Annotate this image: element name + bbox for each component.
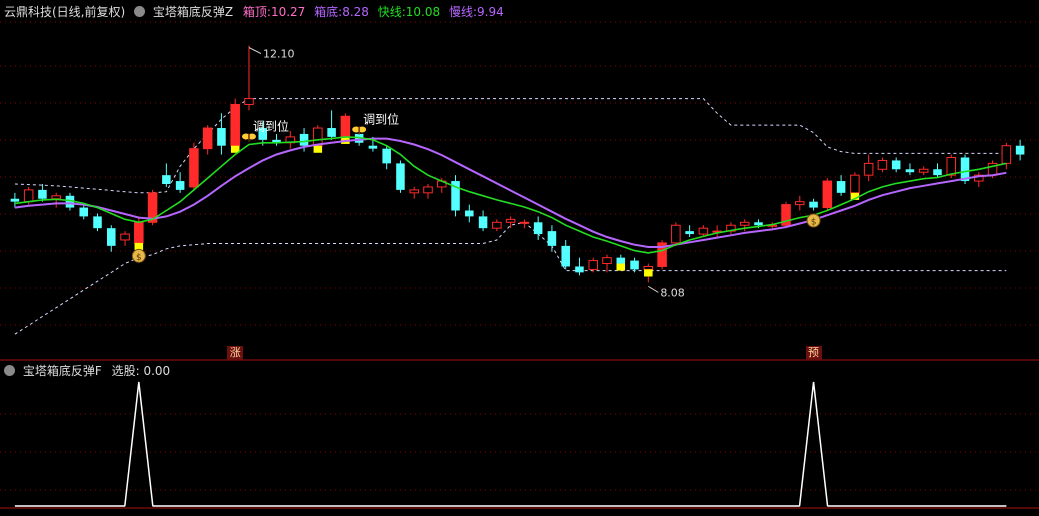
candle-body-down	[396, 163, 405, 190]
candle-body-up	[946, 156, 957, 176]
select-signal-line	[14, 381, 1007, 507]
candle-body-down	[836, 181, 846, 193]
candle-body-up	[588, 260, 599, 270]
candle-body-down	[217, 128, 226, 146]
candle-body-up	[602, 257, 612, 265]
candle-body-down	[478, 216, 488, 229]
candle-body-down	[327, 128, 336, 137]
butterfly-icon	[352, 126, 367, 135]
candle-body-down	[809, 201, 818, 208]
low-price-label: 8.08	[660, 286, 685, 299]
high-pointer	[248, 47, 262, 55]
candle-body-up	[244, 98, 254, 105]
candle-body-down	[685, 231, 694, 235]
money-bag-icon: $	[131, 248, 146, 263]
candle-body-down	[79, 207, 89, 217]
candlestick-chart[interactable]: 12.10 8.08 调到位 调到位 $ $	[0, 0, 1039, 516]
high-price-label: 12.10	[263, 48, 295, 61]
candle-body-up	[863, 162, 874, 176]
candle-body-up-fill	[823, 181, 832, 208]
candle-body-down	[905, 169, 915, 173]
yellow-bar	[313, 145, 323, 153]
candle-body-down	[575, 266, 584, 273]
candle-body-up	[313, 127, 323, 147]
candle-body-down	[162, 175, 171, 184]
box-bottom-line	[14, 221, 1007, 335]
candle-body-down	[754, 222, 763, 226]
money-bag-icon: $	[806, 213, 821, 228]
candle-body-up	[505, 218, 516, 223]
candle-body-down	[10, 198, 20, 202]
candle-body-down	[107, 228, 116, 246]
candle-body-down	[93, 216, 102, 229]
grid-lines	[0, 21, 1039, 509]
candle-body-up	[671, 224, 681, 244]
candle-body-down	[368, 145, 378, 149]
candle-body-down	[299, 133, 309, 146]
candle-body-up-fill	[341, 116, 350, 137]
candle-body-down	[533, 222, 543, 235]
candle-body-up-fill	[189, 148, 199, 187]
candles	[10, 45, 1025, 283]
candle-body-up	[739, 221, 750, 226]
candle-body-down	[891, 160, 901, 170]
marker-predict[interactable]: 预	[805, 346, 822, 360]
candle-body-up-fill	[230, 104, 240, 146]
candle-body-down	[561, 245, 570, 267]
adjust-text-2: 调到位	[363, 111, 399, 126]
candle-body-up	[795, 201, 805, 206]
candle-body-down	[382, 148, 391, 164]
candle-body-down	[175, 181, 185, 190]
candle-body-down	[465, 210, 474, 217]
candle-body-up	[409, 189, 419, 194]
marker-rise[interactable]: 涨	[227, 346, 244, 360]
candle-body-up-fill	[134, 222, 144, 243]
candle-body-up	[850, 174, 860, 194]
money-bag-symbol: $	[811, 218, 817, 228]
candle-body-up	[120, 233, 130, 241]
yellow-bar	[616, 263, 626, 271]
candle-body-up	[698, 227, 709, 235]
money-bag-symbol: $	[136, 253, 142, 263]
candle-body-up	[51, 195, 61, 200]
candle-body-down	[38, 189, 47, 199]
candle-body-down	[1015, 145, 1025, 155]
candle-body-up	[23, 189, 34, 203]
candle-body-up	[1001, 145, 1012, 164]
candle-body-up	[492, 221, 502, 229]
candle-body-down	[933, 169, 942, 176]
low-pointer	[648, 285, 659, 293]
candle-body-up	[643, 265, 654, 270]
candle-body-up-fill	[203, 128, 212, 149]
candle-body-up	[918, 168, 929, 173]
adjust-text-1: 调到位	[253, 119, 289, 134]
butterfly-icon	[241, 133, 256, 142]
yellow-bar	[644, 269, 653, 277]
candle-body-down	[547, 231, 557, 246]
select-signal-panel	[14, 381, 1007, 507]
candle-body-up	[423, 186, 433, 194]
candle-body-up	[877, 159, 888, 170]
candle-body-down	[630, 260, 639, 270]
candle-body-up	[519, 221, 530, 224]
candle-body-down	[616, 257, 626, 264]
